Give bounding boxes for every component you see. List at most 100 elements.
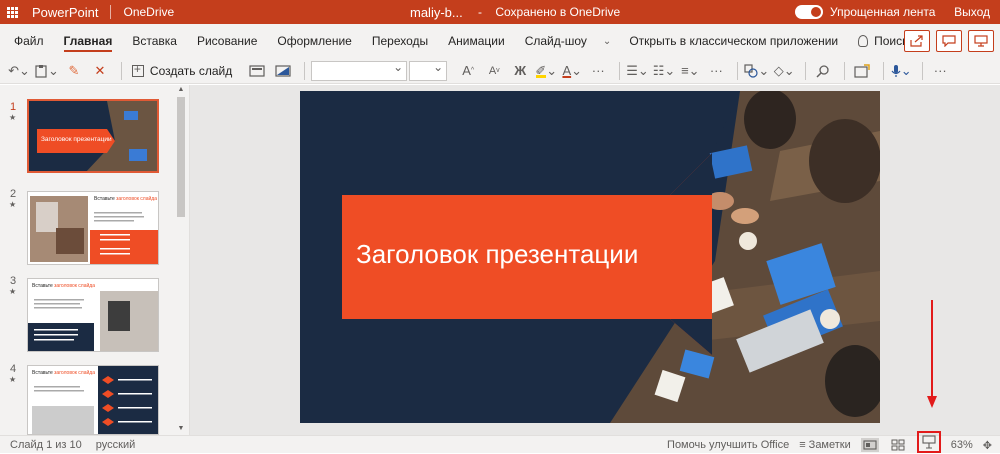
tab-file[interactable]: Файл [0,24,54,58]
zoom-level[interactable]: 63% [951,439,973,451]
slide-number: 1 [10,101,17,113]
comments-icon[interactable] [936,30,962,52]
scrollbar-thumb[interactable] [177,97,185,217]
ribbon-tabs: Файл Главная Вставка Рисование Оформлени… [0,24,1000,58]
ribbon-toolbar: ↶⌄ ⌄ ✎ ✕ Создать слайд A^ Av Ж ✐⌄ A⌄ ···… [0,58,1000,84]
grow-font-label: A [462,63,471,78]
thumb-title: Вставьте заголовок слайда [32,283,95,289]
more-paragraph-icon[interactable]: ··· [705,60,727,82]
scroll-down-icon[interactable]: ▼ [176,425,186,432]
slide-thumbnail-4[interactable]: Вставьте заголовок слайда [27,365,159,435]
language-indicator[interactable]: русский [96,439,135,451]
slideshow-icon [922,435,936,449]
onedrive-link[interactable]: OneDrive [123,5,174,19]
title-separator [110,5,112,19]
new-slide-button[interactable]: Создать слайд [128,62,236,78]
slide-editor: Заголовок презентации [190,85,1000,435]
slide-title[interactable]: Заголовок презентации [356,239,638,270]
new-slide-label: Создать слайд [149,63,233,78]
designer-icon[interactable] [851,60,873,82]
app-name[interactable]: PowerPoint [32,5,98,20]
slide-number: 4 [10,363,17,375]
current-slide[interactable]: Заголовок презентации [300,91,880,423]
shape-fill-icon[interactable]: ◇⌄ [773,60,795,82]
toolbar-separator [844,61,846,80]
cut-icon[interactable]: ✕ [89,60,111,82]
design-icon[interactable] [272,60,294,82]
thumb-title: Вставьте заголовок слайда [94,196,157,202]
more-font-options-icon[interactable]: ··· [587,60,609,82]
toolbar-separator [922,61,924,80]
toolbar-separator [737,61,739,80]
slide-thumbnail-3[interactable]: Вставьте заголовок слайда [27,278,159,352]
present-top-icon[interactable] [968,30,994,52]
undo-icon[interactable]: ↶⌄ [8,60,30,82]
layout-icon[interactable] [246,60,268,82]
slide-transition-icon: ★ [9,200,17,209]
toolbar-separator [304,61,306,80]
slide-thumbnail-1[interactable]: Заголовок презентации [27,99,159,173]
slide-counter: Слайд 1 из 10 [10,438,82,451]
numbering-icon[interactable]: ☷⌄ [653,60,676,82]
status-bar: Слайд 1 из 10 русский Помочь улучшить Of… [0,431,1000,453]
save-dash: - [478,5,482,19]
toolbar-separator [805,61,807,80]
simplified-ribbon-toggle[interactable] [795,5,823,19]
tab-transitions[interactable]: Переходы [362,24,438,58]
bullets-icon[interactable]: ☰⌄ [626,60,649,82]
notes-label: Заметки [808,439,851,451]
app-launcher-icon[interactable] [0,0,24,24]
thumb-title-prefix: Вставьте [32,370,55,376]
simplified-ribbon-label: Упрощенная лента [830,5,936,19]
more-commands-icon[interactable]: ··· [929,60,951,82]
tab-animations[interactable]: Анимации [438,24,515,58]
annotation-arrow-icon [927,300,937,408]
share-icon[interactable] [904,30,930,52]
slide-transition-icon: ★ [9,113,17,122]
tab-insert[interactable]: Вставка [122,24,187,58]
thumb-title-accent: заголовок слайда [116,196,157,202]
find-icon[interactable] [812,60,834,82]
tab-home[interactable]: Главная [54,24,123,58]
title-bar: PowerPoint OneDrive maliy-b... - Сохране… [0,0,1000,24]
dictate-icon[interactable]: ⌄ [890,60,912,82]
font-size-dropdown[interactable] [409,60,448,81]
tab-slideshow[interactable]: Слайд-шоу [515,24,597,58]
scroll-up-icon[interactable]: ▲ [176,86,186,93]
paste-icon[interactable]: ⌄ [34,60,59,82]
font-name-dropdown[interactable] [311,60,408,81]
tab-draw[interactable]: Рисование [187,24,267,58]
menu-right-actions [904,30,994,52]
fit-to-window-icon[interactable]: ✥ [983,439,992,452]
font-color-icon[interactable]: A ⌄ [561,60,583,82]
thumbnails-scrollbar[interactable]: ▲ ▼ [176,85,186,435]
lightbulb-icon [858,35,869,47]
toolbar-separator [883,61,885,80]
more-tabs-chevron-icon[interactable]: ⌄ [597,36,617,47]
format-painter-icon[interactable]: ✎ [63,60,85,82]
bold-button[interactable]: Ж [509,60,531,82]
new-slide-icon [131,62,144,77]
document-name[interactable]: maliy-b... [410,5,463,20]
grow-font-icon[interactable]: A ^ [457,60,479,82]
exit-button[interactable]: Выход [954,5,990,19]
slideshow-button[interactable] [916,431,941,453]
slide-sorter-icon[interactable] [889,438,907,452]
slide-transition-icon: ★ [9,287,17,296]
thumb-title: Заголовок презентации [41,136,112,143]
align-icon[interactable]: ≡⌄ [679,60,701,82]
thumb-title-prefix: Вставьте [32,283,55,289]
thumb-title: Вставьте заголовок слайда [32,370,95,376]
notes-button[interactable]: ≡ Заметки [799,439,851,451]
slide-thumbnail-2[interactable]: Вставьте заголовок слайда [27,191,159,265]
highlight-icon[interactable]: ✐ ⌄ [535,60,557,82]
save-status: - Сохранено в OneDrive [478,5,620,19]
toolbar-separator [120,61,122,80]
tab-design[interactable]: Оформление [267,24,361,58]
open-in-desktop-app[interactable]: Открыть в классическом приложении [617,24,850,58]
normal-view-icon[interactable] [860,438,879,452]
shrink-font-icon[interactable]: Av [483,60,505,82]
thumb-title-accent: заголовок слайда [54,283,95,289]
feedback-link[interactable]: Помочь улучшить Office [667,439,789,451]
shapes-icon[interactable]: ⌄ [744,60,769,82]
